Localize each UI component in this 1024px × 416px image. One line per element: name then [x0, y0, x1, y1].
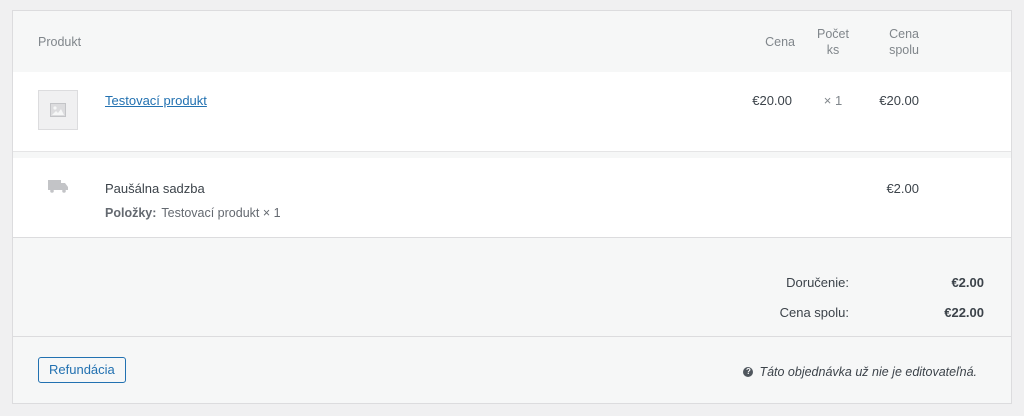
shipping-items-value: Testovací produkt × 1 — [161, 206, 281, 220]
header-price: Cena — [765, 35, 795, 49]
shipping-method-name: Paušálna sadzba — [105, 181, 205, 196]
not-editable-notice: ? Táto objednávka už nie je editovateľná… — [743, 365, 977, 379]
row-divider — [13, 151, 1011, 158]
order-items-panel: Produkt Cena Počet ks Cena spolu Testovací… — [12, 10, 1012, 404]
order-total-value: €22.00 — [944, 305, 984, 320]
item-qty: × 1 — [823, 93, 843, 108]
items-table-header: Produkt Cena Počet ks Cena spolu — [13, 11, 1011, 72]
refund-button[interactable]: Refundácia — [38, 357, 126, 383]
item-total: €20.00 — [879, 93, 919, 108]
help-icon[interactable]: ? — [743, 367, 754, 377]
image-placeholder-icon — [38, 90, 78, 130]
shipping-items-label: Položky: — [105, 206, 157, 220]
shipping-cost: €2.00 — [886, 181, 919, 196]
line-item-row: Testovací produkt €20.00 × 1 €20.00 — [13, 72, 1011, 151]
shipping-total-label: Doručenie: — [786, 275, 849, 290]
shipping-items-meta: Položky: Testovací produkt × 1 — [105, 206, 281, 220]
order-total-label: Cena spolu: — [779, 305, 849, 320]
header-product: Produkt — [38, 35, 82, 49]
item-price: €20.00 — [752, 93, 792, 108]
product-link[interactable]: Testovací produkt — [105, 93, 207, 108]
order-totals: Doručenie: €2.00 Cena spolu: €22.00 — [13, 238, 1011, 337]
header-total: Cena spolu — [889, 27, 919, 57]
header-qty: Počet ks — [817, 27, 849, 57]
notice-text: Táto objednávka už nie je editovateľná. — [759, 365, 977, 379]
shipping-total-value: €2.00 — [951, 275, 984, 290]
shipping-row: Paušálna sadzba Položky: Testovací produk… — [13, 158, 1011, 238]
order-actions-footer: Refundácia ? Táto objednávka už nie je e… — [13, 337, 1011, 403]
truck-icon — [48, 179, 69, 196]
